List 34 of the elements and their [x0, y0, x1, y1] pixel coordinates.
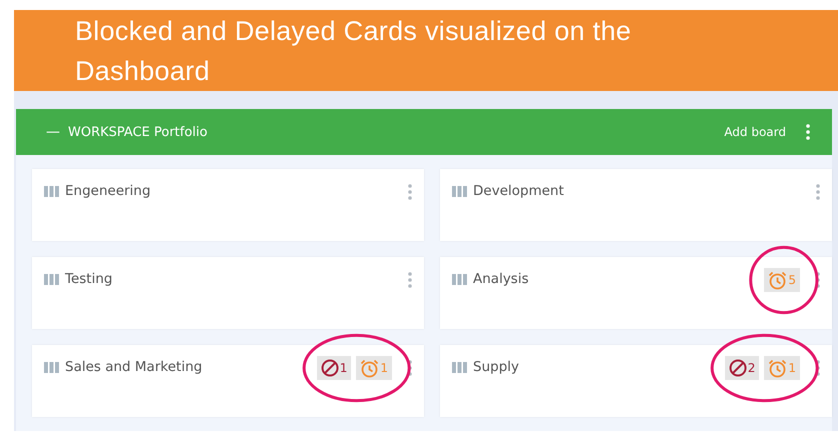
- more-icon[interactable]: [816, 272, 820, 288]
- more-icon[interactable]: [816, 184, 820, 200]
- badge-count: 1: [788, 361, 796, 375]
- board-card[interactable]: Engeneering: [32, 169, 424, 241]
- board-name: Testing: [65, 271, 112, 288]
- alarm-clock-icon: [768, 270, 788, 290]
- board-icon: [44, 186, 59, 197]
- board-icon: [44, 274, 59, 285]
- badge-count: 1: [380, 361, 388, 375]
- board-name: Sales and Marketing: [65, 359, 202, 376]
- board-name: Analysis: [473, 271, 529, 288]
- board-name: Engeneering: [65, 183, 151, 200]
- board-icon: [452, 274, 467, 285]
- more-icon[interactable]: [816, 360, 820, 376]
- badge-count: 5: [788, 273, 796, 287]
- workspace-title: WORKSPACE Portfolio: [68, 124, 208, 140]
- more-icon[interactable]: [408, 272, 412, 288]
- alarm-clock-icon: [360, 358, 380, 378]
- more-icon[interactable]: [408, 360, 412, 376]
- more-icon[interactable]: [806, 124, 810, 140]
- alarm-clock-icon: [768, 358, 788, 378]
- blocked-icon: [728, 359, 747, 377]
- board-icon: [44, 362, 59, 373]
- slide-title: Blocked and Delayed Cards visualized on the Dashboard: [75, 14, 632, 88]
- board-icon: [452, 186, 467, 197]
- board-card[interactable]: Development: [440, 169, 832, 241]
- board-icon: [452, 362, 467, 373]
- board-name: Development: [473, 183, 564, 200]
- board-card[interactable]: Testing: [32, 257, 424, 329]
- badge-count: 2: [748, 361, 756, 375]
- badge-count: 1: [340, 361, 348, 375]
- more-icon[interactable]: [408, 184, 412, 200]
- blocked-icon: [320, 359, 339, 377]
- board-name: Supply: [473, 359, 520, 376]
